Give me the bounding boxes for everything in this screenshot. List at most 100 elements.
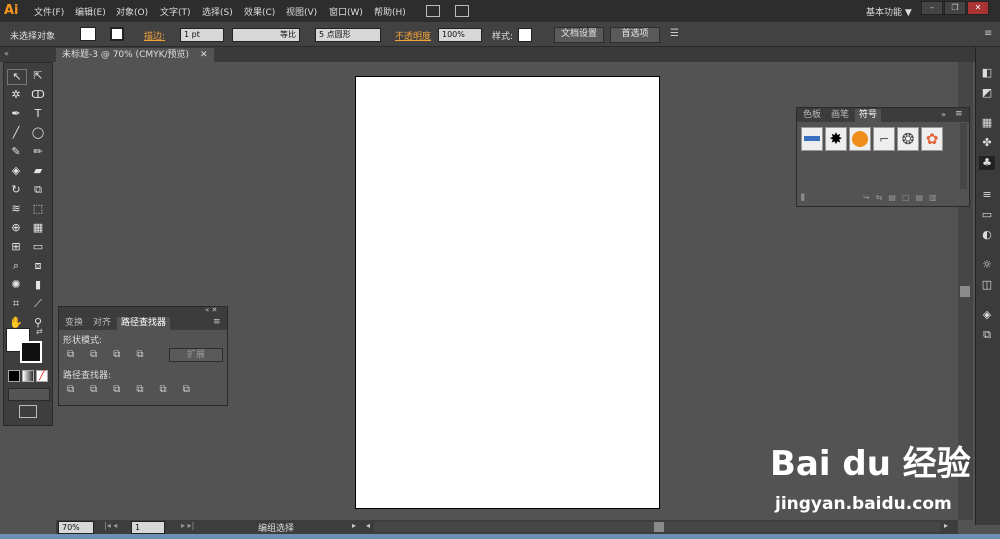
eraser-tool-icon[interactable]: ▰: [29, 164, 47, 178]
scale-tool-icon[interactable]: ⧉: [29, 183, 47, 197]
first-page-icon[interactable]: |◂ ◂: [104, 521, 117, 530]
stroke-weight-field[interactable]: 1 pt: [180, 28, 224, 42]
direct-selection-tool-icon[interactable]: ⇱: [29, 69, 47, 83]
tab-swatches[interactable]: 色板: [799, 109, 825, 122]
next-page-icon[interactable]: ▸ ▸|: [181, 521, 194, 530]
expand-panel-icon[interactable]: »: [941, 110, 946, 119]
zoom-select[interactable]: 70%: [58, 521, 94, 534]
menu-select[interactable]: 选择(S): [202, 5, 233, 18]
page-select[interactable]: 1: [131, 521, 165, 534]
symbol-wreath[interactable]: ❂: [897, 127, 919, 151]
layers-panel-icon[interactable]: ◈: [979, 308, 995, 322]
document-tab[interactable]: 未标题-3 @ 70% (CMYK/预览) ✕: [56, 48, 214, 62]
menu-view[interactable]: 视图(V): [286, 5, 317, 18]
control-bar-menu-icon[interactable]: ☰: [670, 28, 679, 39]
color-mode-icon[interactable]: [8, 370, 20, 382]
brush-select[interactable]: 5 点圆形: [315, 28, 381, 42]
menu-help[interactable]: 帮助(H): [374, 5, 406, 18]
tab-transform[interactable]: 变换: [61, 317, 87, 330]
collapse-tools-icon[interactable]: «: [4, 49, 9, 58]
stroke-swatch[interactable]: [110, 27, 124, 41]
pencil-tool-icon[interactable]: ✏: [29, 145, 47, 159]
gradient-mode-icon[interactable]: [22, 370, 34, 382]
symbols-panel-icon[interactable]: ♣: [979, 156, 995, 170]
warp-tool-icon[interactable]: ≋: [7, 202, 25, 216]
vertical-scroll-thumb[interactable]: [960, 286, 970, 297]
color-panel-icon[interactable]: ◧: [979, 66, 995, 80]
none-mode-icon[interactable]: ╱: [36, 370, 48, 382]
document-setup-button[interactable]: 文档设置: [554, 27, 604, 43]
status-menu-icon[interactable]: ▸: [352, 521, 356, 530]
draw-modes-icon[interactable]: [8, 388, 50, 401]
scroll-right-icon[interactable]: ▸: [944, 521, 948, 530]
minimize-button[interactable]: –: [921, 1, 943, 15]
symbol-orange-button[interactable]: [849, 127, 871, 151]
symbol-flower[interactable]: ✿: [921, 127, 943, 151]
stroke-profile-select[interactable]: 等比: [232, 28, 300, 42]
stroke-label[interactable]: 描边:: [144, 29, 165, 42]
collapse-panel-icon[interactable]: « ✕: [205, 306, 217, 314]
stroke-panel-icon[interactable]: ≡: [979, 188, 995, 202]
free-transform-tool-icon[interactable]: ⬚: [29, 202, 47, 216]
menu-edit[interactable]: 编辑(E): [75, 5, 106, 18]
type-tool-icon[interactable]: T: [29, 107, 47, 121]
style-swatch[interactable]: [518, 28, 532, 42]
slice-tool-icon[interactable]: ⟋: [29, 297, 47, 311]
selection-tool-icon[interactable]: ↖: [7, 69, 27, 85]
perspective-grid-tool-icon[interactable]: ▦: [29, 221, 47, 235]
shape-mode-buttons[interactable]: ⧉⧉⧉⧉: [67, 349, 160, 360]
gradient-panel-icon[interactable]: ▭: [979, 208, 995, 222]
fill-swatch[interactable]: [80, 27, 96, 41]
symbol-actions-icon[interactable]: ↪⇆▤▢▤▥: [863, 193, 943, 202]
graphic-styles-icon[interactable]: ◫: [979, 278, 995, 292]
horizontal-scroll-thumb[interactable]: [654, 522, 664, 532]
scroll-left-icon[interactable]: ◂: [366, 521, 370, 530]
pathfinder-buttons[interactable]: ⧉⧉⧉⧉⧉⧉: [67, 384, 206, 395]
expand-button[interactable]: 扩展: [169, 348, 223, 362]
mesh-tool-icon[interactable]: ⊞: [7, 240, 25, 254]
close-icon[interactable]: ✕: [200, 50, 208, 60]
workspace-switcher[interactable]: 基本功能 ▼: [866, 5, 912, 18]
line-tool-icon[interactable]: ╱: [7, 126, 25, 140]
menu-file[interactable]: 文件(F): [34, 5, 64, 18]
artboard[interactable]: [355, 76, 660, 509]
rotate-tool-icon[interactable]: ↻: [7, 183, 25, 197]
close-button[interactable]: ✕: [967, 1, 989, 15]
symbol-ink-splash[interactable]: ✸: [825, 127, 847, 151]
blob-brush-tool-icon[interactable]: ◈: [7, 164, 25, 178]
swatches-panel-icon[interactable]: ▦: [979, 116, 995, 130]
arrange-documents-icon[interactable]: [455, 5, 469, 17]
blend-tool-icon[interactable]: ⧈: [29, 259, 47, 273]
maximize-button[interactable]: ❐: [944, 1, 966, 15]
panel-menu-icon[interactable]: ≡: [984, 28, 992, 39]
artboards-panel-icon[interactable]: ⧉: [979, 328, 995, 342]
stroke-color-box[interactable]: [20, 341, 42, 363]
bridge-icon[interactable]: [426, 5, 440, 17]
menu-object[interactable]: 对象(O): [116, 5, 148, 18]
opacity-field[interactable]: 100%: [438, 28, 482, 42]
color-guide-icon[interactable]: ◩: [979, 86, 995, 100]
pathfinder-menu-icon[interactable]: ≡: [213, 317, 221, 327]
tab-align[interactable]: 对齐: [89, 317, 115, 330]
pen-tool-icon[interactable]: ✒: [7, 107, 25, 121]
menu-type[interactable]: 文字(T): [160, 5, 191, 18]
symbol-libraries-icon[interactable]: ⫼: [801, 193, 805, 203]
transparency-panel-icon[interactable]: ◐: [979, 228, 995, 242]
screen-mode-icon[interactable]: [19, 405, 37, 418]
artboard-tool-icon[interactable]: ⌗: [7, 297, 25, 311]
gradient-tool-icon[interactable]: ▭: [29, 240, 47, 254]
tab-symbols[interactable]: 符号: [855, 109, 882, 122]
opacity-label[interactable]: 不透明度: [395, 29, 431, 42]
symbol-blue-banner[interactable]: [801, 127, 823, 151]
horizontal-scrollbar[interactable]: [374, 522, 940, 532]
column-graph-tool-icon[interactable]: ▮: [29, 278, 47, 292]
swap-colors-icon[interactable]: ⇄: [36, 327, 43, 336]
symbols-scrollbar[interactable]: [960, 123, 967, 189]
magic-wand-tool-icon[interactable]: ✲: [7, 88, 25, 102]
shape-builder-tool-icon[interactable]: ⊕: [7, 221, 25, 235]
brushes-panel-icon[interactable]: ✤: [979, 136, 995, 150]
paintbrush-tool-icon[interactable]: ✎: [7, 145, 25, 159]
tab-pathfinder[interactable]: 路径查找器: [117, 317, 171, 330]
preferences-button[interactable]: 首选项: [610, 27, 660, 43]
appearance-panel-icon[interactable]: ☼: [979, 258, 995, 272]
